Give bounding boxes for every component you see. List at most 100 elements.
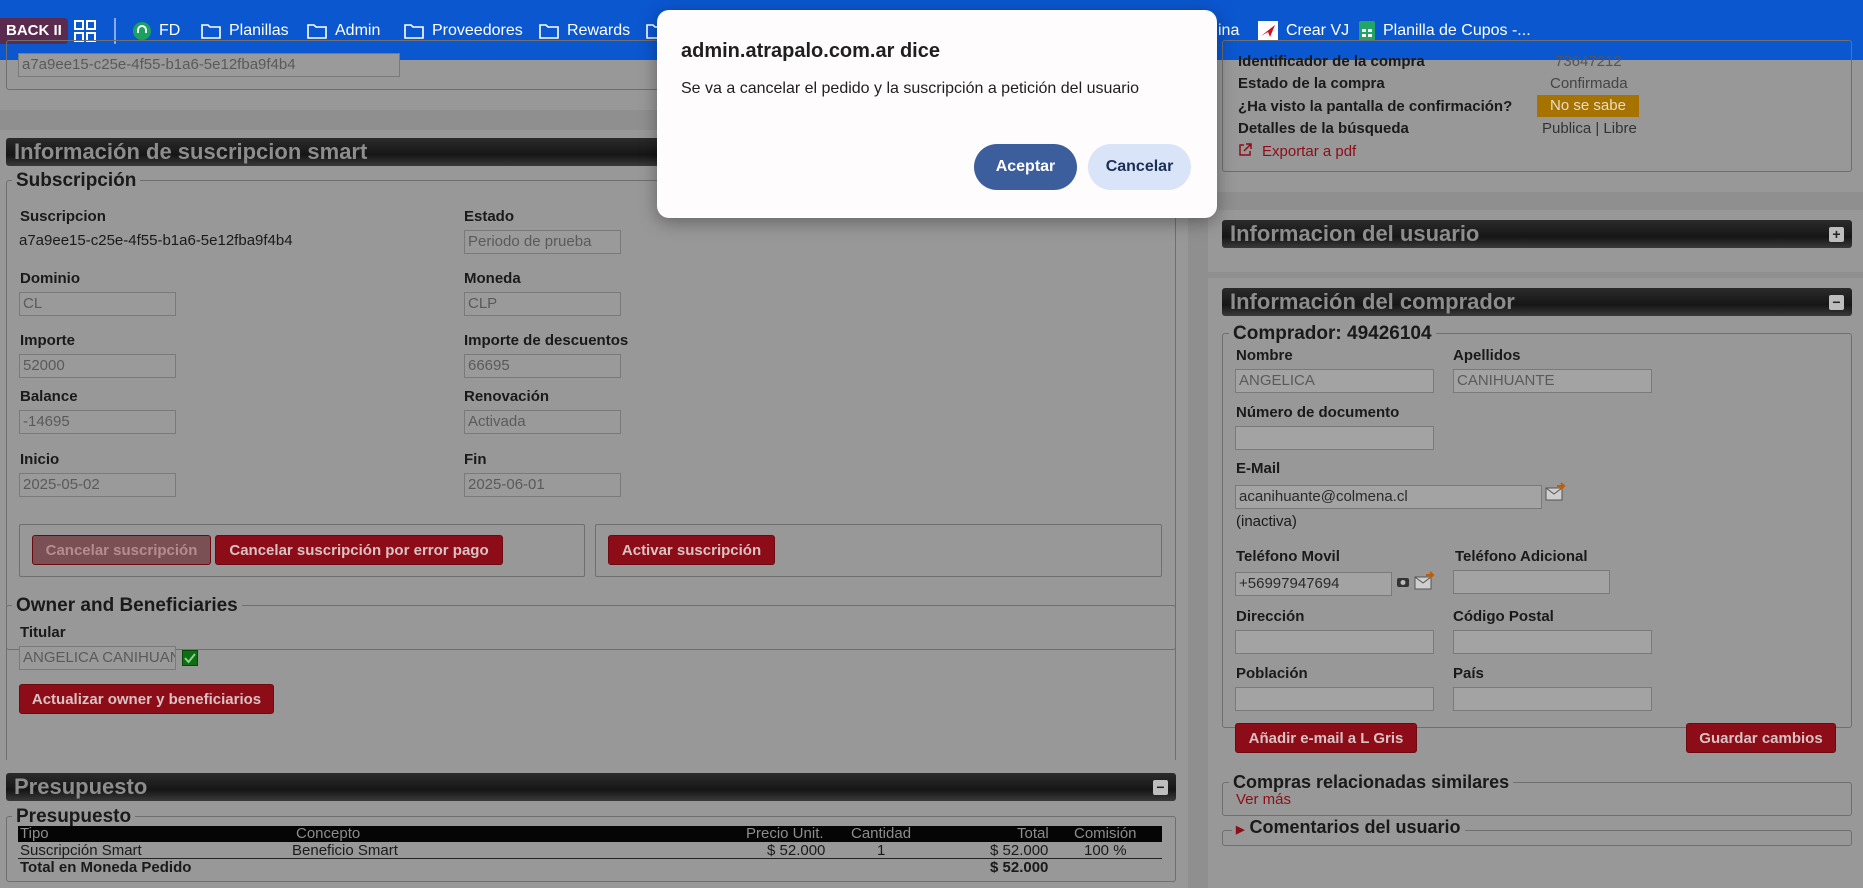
comentarios-toggle[interactable]: ▶ Comentarios del usuario	[1232, 817, 1465, 838]
presupuesto-table-header: Tipo Concepto Precio Unit. Cantidad Tota…	[18, 826, 1162, 842]
add-email-gris-button[interactable]: Añadir e-mail a L Gris	[1235, 723, 1417, 753]
folder-icon	[201, 24, 221, 39]
moneda-input[interactable]: CLP	[464, 292, 621, 316]
moneda-label: Moneda	[464, 270, 521, 287]
compra-id-value: 73647212	[1555, 53, 1622, 70]
apellidos-input[interactable]: CANIHUANTE	[1453, 369, 1652, 393]
importe-descuentos-input[interactable]: 66695	[464, 354, 621, 378]
guardar-cambios-button[interactable]: Guardar cambios	[1686, 723, 1836, 753]
ver-mas-link[interactable]: Ver más	[1236, 791, 1291, 808]
phone-icon[interactable]	[1396, 575, 1410, 589]
bookmark-label: Proveedores	[432, 22, 523, 39]
expand-usuario-icon[interactable]: +	[1829, 227, 1844, 242]
email-input[interactable]: acanihuante@colmena.cl	[1235, 485, 1542, 509]
compra-estado-value: Confirmada	[1550, 75, 1628, 92]
estado-label: Estado	[464, 208, 515, 225]
direccion-label: Dirección	[1236, 608, 1305, 625]
compra-estado-label: Estado de la compra	[1238, 75, 1385, 92]
cancelar-suscripcion-button[interactable]: Cancelar suscripción	[32, 535, 211, 565]
bookmark-label: Rewards	[567, 22, 631, 39]
renovacion-input[interactable]: Activada	[464, 410, 621, 434]
balance-input[interactable]: -14695	[19, 410, 176, 434]
section-header-comprador[interactable]: Información del comprador −	[1222, 288, 1852, 316]
comprador-legend: Comprador: 49426104	[1229, 323, 1436, 345]
collapse-comprador-icon[interactable]: −	[1829, 295, 1844, 310]
poblacion-label: Población	[1236, 665, 1308, 682]
section-title: Presupuesto	[14, 774, 148, 799]
importe-input[interactable]: 52000	[19, 354, 176, 378]
compra-detalles-value: Publica | Libre	[1542, 120, 1637, 137]
balance-label: Balance	[20, 388, 78, 405]
nombre-input[interactable]: ANGELICA	[1235, 369, 1434, 393]
suscripcion-label: Suscripcion	[20, 208, 106, 225]
titular-checkbox[interactable]	[182, 650, 198, 666]
estado-input[interactable]: Periodo de prueba	[464, 230, 621, 254]
documento-input[interactable]	[1235, 426, 1434, 450]
actualizar-owner-button[interactable]: Actualizar owner y beneficiarios	[19, 684, 274, 714]
apps-grid-icon[interactable]	[74, 20, 96, 42]
table-row: Suscripción Smart Beneficio Smart $ 52.0…	[18, 843, 1162, 859]
titular-input[interactable]: ANGELICA CANIHUANTE	[19, 646, 176, 670]
poblacion-input[interactable]	[1235, 687, 1434, 711]
col-comision: Comisión	[1074, 825, 1137, 842]
email-label: E-Mail	[1236, 460, 1281, 477]
top-id-input[interactable]: a7a9ee15-c25e-4f55-b1a6-5e12fba9f4b4	[18, 53, 400, 77]
dialog-message: Se va a cancelar el pedido y la suscripc…	[681, 80, 1140, 97]
dialog-cancel-button[interactable]: Cancelar	[1088, 144, 1191, 190]
folder-icon	[404, 24, 424, 39]
cell-total: $ 52.000	[990, 842, 1049, 859]
col-total: Total	[1017, 825, 1049, 842]
cell-precio: $ 52.000	[767, 842, 826, 859]
activar-suscripcion-button[interactable]: Activar suscripción	[608, 535, 775, 565]
cell-comision: 100 %	[1084, 842, 1127, 859]
owner-legend: Owner and Beneficiaries	[12, 595, 242, 617]
relacionadas-legend: Compras relacionadas similares	[1229, 772, 1514, 793]
fin-label: Fin	[464, 451, 487, 468]
dominio-input[interactable]: CL	[19, 292, 176, 316]
dialog-title: admin.atrapalo.com.ar dice	[681, 40, 940, 62]
telefono-movil-input[interactable]: +56997947694	[1235, 572, 1392, 596]
send-sms-icon[interactable]	[1414, 571, 1436, 591]
total-label: Total en Moneda Pedido	[20, 859, 192, 876]
inicio-input[interactable]: 2025-05-02	[19, 473, 176, 497]
dialog-accept-button[interactable]: Aceptar	[974, 144, 1077, 190]
cell-concepto: Beneficio Smart	[292, 842, 398, 859]
headset-icon	[133, 22, 151, 40]
confirm-dialog: admin.atrapalo.com.ar dice Se va a cance…	[657, 10, 1217, 218]
sheets-icon	[1359, 21, 1375, 41]
triangle-right-icon: ▶	[1236, 824, 1245, 836]
bookmark-label: FD	[159, 22, 181, 39]
suscripcion-value: a7a9ee15-c25e-4f55-b1a6-5e12fba9f4b4	[19, 232, 293, 249]
cancelar-suscripcion-error-pago-button[interactable]: Cancelar suscripción por error pago	[215, 535, 503, 565]
bookmark-label: ina	[1218, 22, 1240, 39]
total-value: $ 52.000	[990, 859, 1049, 876]
cell-tipo: Suscripción Smart	[20, 842, 142, 859]
subscripcion-legend: Subscripción	[12, 170, 141, 192]
importe-descuentos-label: Importe de descuentos	[464, 332, 629, 349]
section-header-presupuesto[interactable]: Presupuesto −	[6, 773, 1176, 801]
apellidos-label: Apellidos	[1453, 347, 1521, 364]
telefono-adicional-input[interactable]	[1453, 570, 1610, 594]
send-email-icon[interactable]	[1545, 482, 1567, 502]
compra-confirmacion-label: ¿Ha visto la pantalla de confirmación?	[1238, 98, 1513, 115]
bookmark-label: Crear VJ	[1286, 22, 1350, 39]
bookmark-label: Planilla de Cupos -...	[1383, 22, 1531, 39]
direccion-input[interactable]	[1235, 630, 1434, 654]
pais-label: País	[1453, 665, 1484, 682]
pais-input[interactable]	[1453, 687, 1652, 711]
codigo-postal-input[interactable]	[1453, 630, 1652, 654]
compra-id-label: Identificador de la compra	[1238, 53, 1425, 70]
section-header-usuario[interactable]: Informacion del usuario +	[1222, 220, 1852, 248]
external-link-icon[interactable]	[1238, 143, 1252, 157]
col-tipo: Tipo	[20, 825, 49, 842]
collapse-presupuesto-icon[interactable]: −	[1153, 780, 1168, 795]
comentarios-title: Comentarios del usuario	[1249, 817, 1461, 837]
nombre-label: Nombre	[1236, 347, 1293, 364]
compra-detalles-label: Detalles de la búsqueda	[1238, 120, 1409, 137]
exportar-pdf-link[interactable]: Exportar a pdf	[1262, 143, 1356, 160]
importe-label: Importe	[20, 332, 76, 349]
col-precio: Precio Unit.	[746, 825, 824, 842]
folder-icon	[307, 24, 327, 39]
fin-input[interactable]: 2025-06-01	[464, 473, 621, 497]
codigo-postal-label: Código Postal	[1453, 608, 1554, 625]
